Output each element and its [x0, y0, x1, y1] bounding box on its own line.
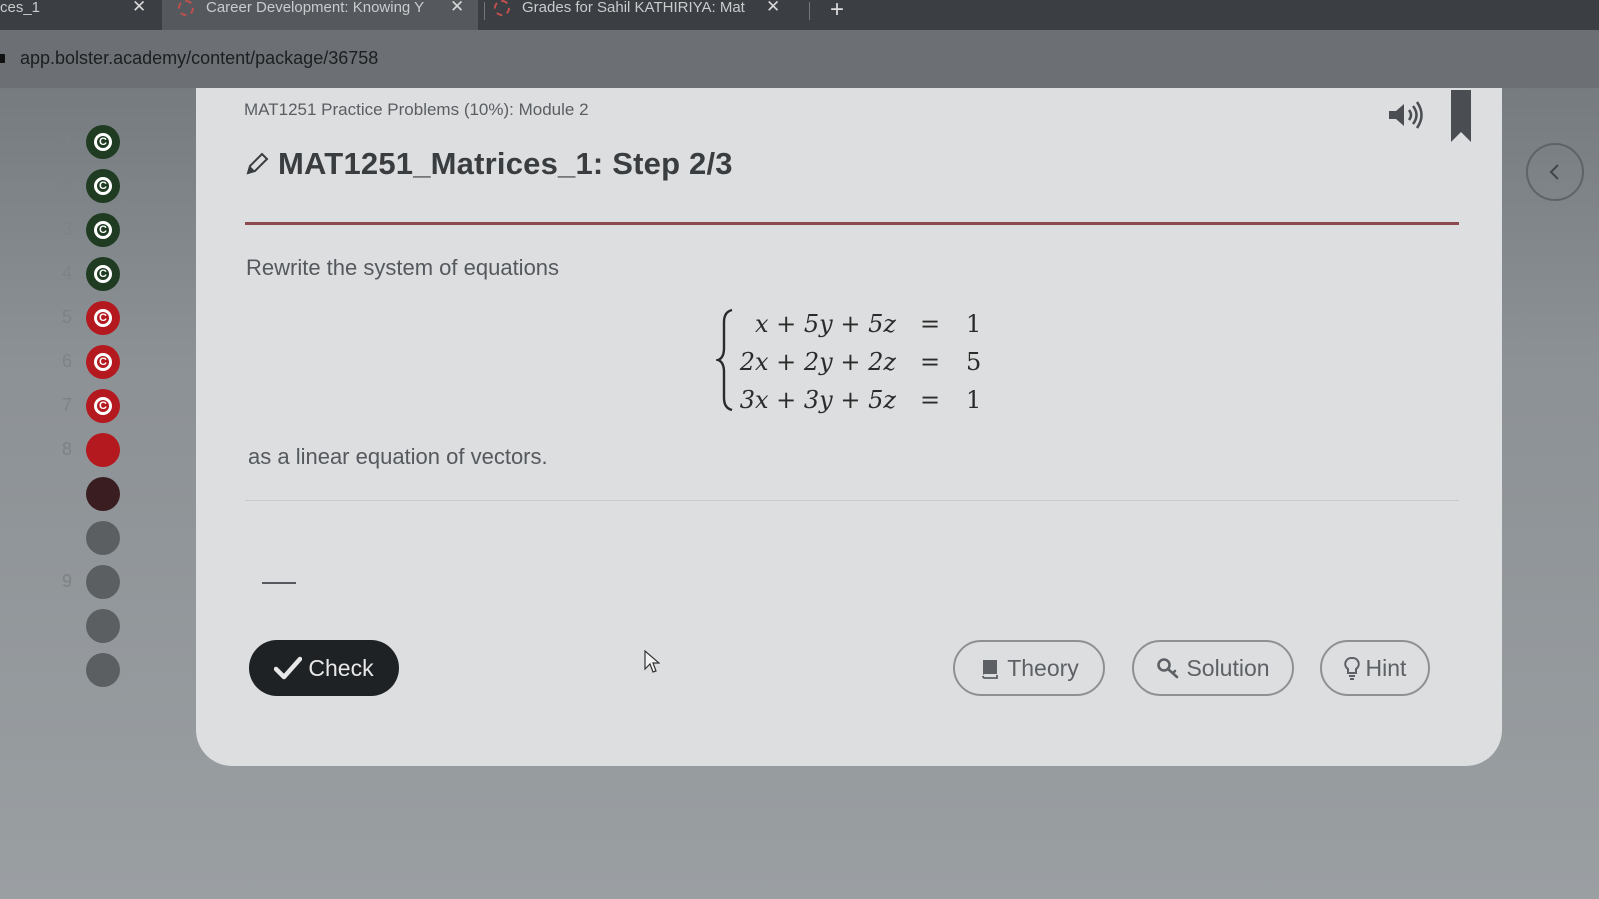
lock-icon	[0, 54, 5, 63]
theory-button[interactable]: Theory	[953, 640, 1105, 696]
equation-op: =	[920, 348, 941, 376]
step-number: 5	[61, 307, 72, 327]
step-indicator-correct[interactable]: C	[86, 125, 120, 159]
step-indicator-current[interactable]	[86, 477, 120, 511]
step-status-glyph: C	[94, 221, 112, 239]
step-number: 9	[61, 571, 72, 591]
step-rail: 1 C 2 C 3 C 4 C 5 C 6 C 7 C 8 9	[0, 88, 200, 899]
tab-separator	[809, 2, 810, 20]
question-suffix: as a linear equation of vectors.	[248, 444, 548, 469]
tab-label: Grades for Sahil KATHIRIYA: Mat	[522, 0, 745, 16]
site-favicon-icon	[178, 0, 194, 16]
equation-lhs: 3x + 3y + 5z	[739, 386, 896, 414]
step-number: 7	[61, 395, 72, 415]
browser-tab-1[interactable]: ces_1 ✕	[0, 0, 160, 30]
breadcrumb[interactable]: MAT1251 Practice Problems (10%): Module …	[244, 100, 589, 120]
tab-label: Career Development: Knowing Y	[206, 0, 425, 16]
step-indicator-incorrect[interactable]: C	[86, 389, 120, 423]
equation-row: 2x + 2y + 2z = 5	[716, 348, 996, 378]
question-prompt: Rewrite the system of equations	[246, 255, 560, 280]
equation-system: x + 5y + 5z = 1 2x + 2y + 2z = 5 3x + 3y…	[716, 308, 996, 414]
pencil-icon	[246, 152, 269, 175]
title-divider	[245, 222, 1459, 225]
tab-separator	[484, 2, 485, 20]
step-indicator-correct[interactable]: C	[86, 213, 120, 247]
chevron-left-icon	[1549, 164, 1559, 180]
close-icon[interactable]: ✕	[766, 0, 780, 15]
browser-tab-2[interactable]: Career Development: Knowing Y ✕	[162, 0, 478, 30]
page-title: MAT1251_Matrices_1: Step 2/3	[278, 146, 733, 181]
hint-button-label: Hint	[1365, 654, 1407, 681]
site-favicon-icon	[494, 0, 510, 16]
equation-row: x + 5y + 5z = 1	[716, 310, 996, 340]
exercise-card: MAT1251 Practice Problems (10%): Module …	[196, 88, 1502, 766]
tab-label: ces_1	[0, 0, 41, 16]
step-status-glyph: C	[94, 309, 112, 327]
close-icon[interactable]: ✕	[132, 0, 146, 15]
step-number: 1	[61, 131, 72, 151]
close-icon[interactable]: ✕	[450, 0, 464, 15]
step-indicator-incorrect[interactable]: C	[86, 345, 120, 379]
equation-op: =	[920, 386, 941, 414]
equation-rhs: 1	[966, 386, 982, 414]
step-indicator-correct[interactable]: C	[86, 257, 120, 291]
book-icon	[982, 660, 999, 679]
equation-row: 3x + 3y + 5z = 1	[716, 386, 996, 416]
step-status-glyph: C	[94, 397, 112, 415]
answer-input[interactable]	[262, 582, 296, 584]
browser-tab-3[interactable]: Grades for Sahil KATHIRIYA: Mat ✕	[490, 0, 808, 30]
theory-button-label: Theory	[1007, 654, 1079, 681]
step-status-glyph: C	[94, 177, 112, 195]
step-status-glyph: C	[94, 265, 112, 283]
cursor-icon	[644, 650, 660, 673]
step-indicator-correct[interactable]: C	[86, 169, 120, 203]
step-number: 4	[61, 263, 72, 283]
step-number: 3	[61, 219, 72, 239]
step-status-glyph: C	[94, 353, 112, 371]
step-indicator-locked[interactable]	[86, 653, 120, 687]
step-indicator-incorrect[interactable]: C	[86, 301, 120, 335]
equation-op: =	[920, 310, 941, 338]
address-bar: app.bolster.academy/content/package/3675…	[0, 30, 1599, 88]
url-text[interactable]: app.bolster.academy/content/package/3675…	[20, 48, 378, 69]
check-button-label: Check	[308, 654, 374, 681]
check-icon	[274, 656, 303, 680]
step-indicator-locked[interactable]	[86, 521, 120, 555]
new-tab-button[interactable]: +	[830, 0, 844, 24]
check-button[interactable]: Check	[249, 640, 399, 696]
speaker-icon[interactable]	[1386, 100, 1426, 130]
step-indicator-locked[interactable]	[86, 565, 120, 599]
answer-divider	[245, 500, 1459, 501]
step-number: 6	[61, 351, 72, 371]
step-indicator-locked[interactable]	[86, 609, 120, 643]
step-number: 8	[61, 439, 72, 459]
equation-rhs: 1	[966, 310, 982, 338]
solution-button[interactable]: Solution	[1132, 640, 1294, 696]
bookmark-icon[interactable]	[1451, 90, 1471, 142]
collapse-panel-button[interactable]	[1526, 143, 1584, 201]
step-number: 2	[61, 175, 72, 195]
step-status-glyph: C	[94, 133, 112, 151]
magnifier-key-icon	[1157, 658, 1179, 679]
equation-lhs: x + 5y + 5z	[754, 310, 896, 338]
equation-lhs: 2x + 2y + 2z	[739, 348, 896, 376]
title-row: MAT1251_Matrices_1: Step 2/3	[244, 146, 733, 182]
hint-button[interactable]: Hint	[1320, 640, 1430, 696]
browser-tab-bar: ces_1 ✕ Career Development: Knowing Y ✕ …	[0, 0, 1599, 30]
bulb-icon	[1343, 656, 1360, 680]
equation-rhs: 5	[966, 348, 982, 376]
step-indicator-pending[interactable]	[86, 433, 120, 467]
solution-button-label: Solution	[1186, 654, 1270, 681]
